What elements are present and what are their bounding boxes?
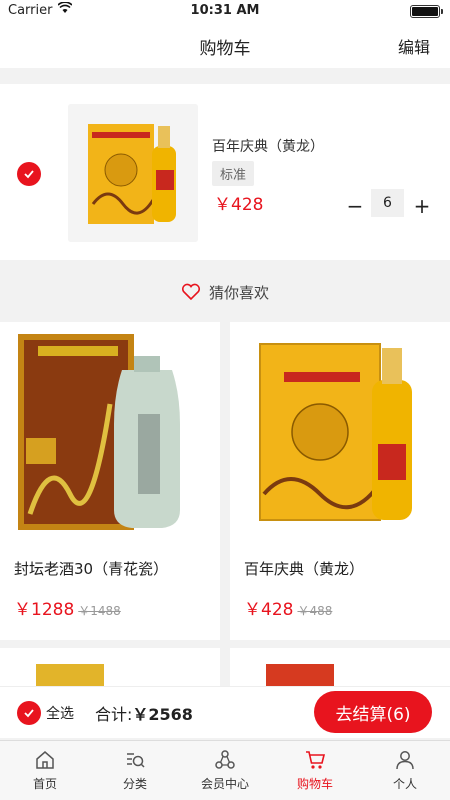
quantity-field[interactable]: 6 <box>371 189 404 217</box>
category-icon <box>127 753 145 768</box>
total-value: ￥2568 <box>132 705 193 724</box>
quantity-decrease-button[interactable]: − <box>345 194 365 218</box>
current-price: ￥428 <box>244 600 294 620</box>
product-card[interactable]: 封坛老酒30（青花瓷） ￥1288 ￥1488 <box>0 322 220 640</box>
recommendations-header: 猜你喜欢 <box>0 278 450 306</box>
total-amount: 合计:￥2568 <box>95 701 193 725</box>
cart-item-price: ￥428 <box>214 195 264 215</box>
original-price: ￥488 <box>297 604 333 618</box>
page-title: 购物车 <box>199 39 251 59</box>
tab-category[interactable]: 分类 <box>90 741 180 800</box>
cart-product-image[interactable] <box>68 104 198 242</box>
product-image[interactable] <box>230 648 450 688</box>
tab-profile[interactable]: 个人 <box>360 741 450 800</box>
person-icon <box>396 751 414 770</box>
product-image[interactable] <box>0 648 220 688</box>
tab-member[interactable]: 会员中心 <box>180 741 270 800</box>
current-price: ￥1288 <box>14 600 75 620</box>
home-icon <box>36 751 54 769</box>
status-bar: Carrier 10:31 AM <box>0 0 450 22</box>
quantity-increase-button[interactable]: + <box>412 194 432 218</box>
nav-bar: 购物车 编辑 <box>0 22 450 68</box>
heart-icon <box>181 283 201 301</box>
clock: 10:31 AM <box>190 3 260 18</box>
tab-home[interactable]: 首页 <box>0 741 90 800</box>
tab-bar: 首页 分类 会员中心 购物车 个人 <box>0 740 450 800</box>
product-name[interactable]: 封坛老酒30（青花瓷） <box>14 558 168 579</box>
item-checkbox[interactable] <box>17 162 41 186</box>
product-card[interactable]: 百年庆典（黄龙） ￥428 ￥488 <box>230 322 450 640</box>
tab-label: 会员中心 <box>200 777 249 791</box>
cart-item-name[interactable]: 百年庆典（黄龙） <box>212 136 324 156</box>
product-name[interactable]: 百年庆典（黄龙） <box>244 558 364 579</box>
check-icon <box>24 709 34 718</box>
cart-icon <box>306 751 326 769</box>
tab-label: 个人 <box>392 777 417 791</box>
select-all-label[interactable]: 全选 <box>46 703 74 723</box>
recommendations-title: 猜你喜欢 <box>208 283 269 302</box>
product-price: ￥428 ￥488 <box>244 595 332 620</box>
original-price: ￥1488 <box>78 604 121 618</box>
checkout-button[interactable]: 去结算(6) <box>314 691 432 733</box>
tab-label: 购物车 <box>296 777 333 791</box>
edit-button[interactable]: 编辑 <box>398 34 430 58</box>
product-image[interactable] <box>10 334 210 534</box>
tab-label: 分类 <box>122 777 147 791</box>
select-all-checkbox[interactable] <box>17 701 41 725</box>
product-price: ￥1288 ￥1488 <box>14 595 121 620</box>
checkout-bar: 全选 合计:￥2568 去结算(6) <box>0 686 450 738</box>
battery-icon <box>410 5 443 18</box>
tab-label: 首页 <box>32 777 57 791</box>
check-icon <box>24 170 34 179</box>
cart-item-spec[interactable]: 标准 <box>212 161 255 186</box>
product-image[interactable] <box>240 334 440 534</box>
cart-item: 百年庆典（黄龙） 标准 ￥428 − 6 + <box>0 84 450 260</box>
member-icon <box>215 750 235 769</box>
tab-cart[interactable]: 购物车 <box>270 741 360 800</box>
total-label: 合计: <box>95 705 133 724</box>
